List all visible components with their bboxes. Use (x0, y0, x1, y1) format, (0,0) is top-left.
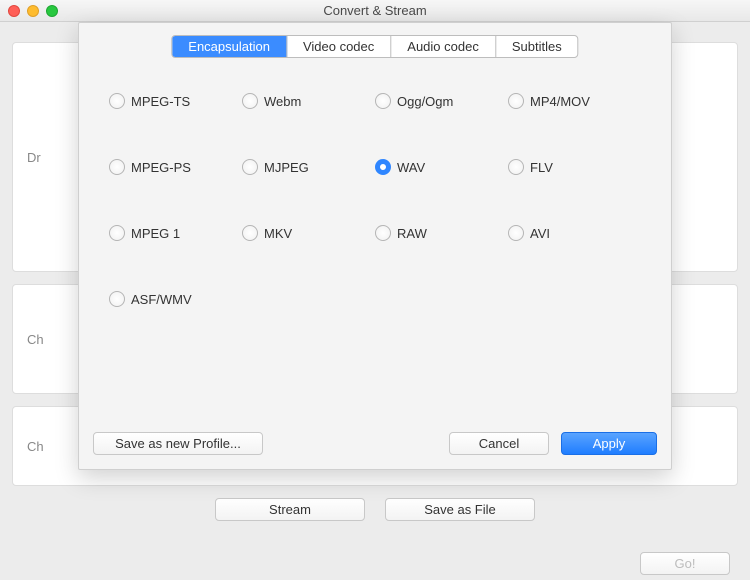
save-as-new-profile-button[interactable]: Save as new Profile... (93, 432, 263, 455)
go-button[interactable]: Go! (640, 552, 730, 575)
radio-dot-icon (375, 225, 391, 241)
tab-encapsulation[interactable]: Encapsulation (172, 36, 287, 57)
radio-dot-icon (508, 93, 524, 109)
zoom-icon[interactable] (46, 5, 58, 17)
window-title: Convert & Stream (323, 3, 426, 18)
close-icon[interactable] (8, 5, 20, 17)
radio-label: MJPEG (264, 160, 309, 175)
save-as-file-button[interactable]: Save as File (385, 498, 535, 521)
radio-label: MPEG 1 (131, 226, 180, 241)
radio-dot-icon (109, 159, 125, 175)
radio-dot-icon (508, 225, 524, 241)
radio-label: Ogg/Ogm (397, 94, 453, 109)
radio-mpeg-ps[interactable]: MPEG-PS (109, 159, 242, 175)
radio-mkv[interactable]: MKV (242, 225, 375, 241)
radio-mpeg-1[interactable]: MPEG 1 (109, 225, 242, 241)
titlebar: Convert & Stream (0, 0, 750, 22)
radio-label: FLV (530, 160, 553, 175)
radio-dot-icon (109, 291, 125, 307)
radio-flv[interactable]: FLV (508, 159, 641, 175)
radio-avi[interactable]: AVI (508, 225, 641, 241)
radio-dot-icon (375, 93, 391, 109)
window-controls (8, 5, 58, 17)
tab-audio-codec[interactable]: Audio codec (391, 36, 496, 57)
radio-label: MKV (264, 226, 292, 241)
stream-button[interactable]: Stream (215, 498, 365, 521)
radio-label: MPEG-TS (131, 94, 190, 109)
radio-mjpeg[interactable]: MJPEG (242, 159, 375, 175)
minimize-icon[interactable] (27, 5, 39, 17)
tab-subtitles[interactable]: Subtitles (496, 36, 578, 57)
radio-label: Webm (264, 94, 301, 109)
radio-dot-icon (109, 93, 125, 109)
radio-wav[interactable]: WAV (375, 159, 508, 175)
bg-dest-buttons: Stream Save as File (0, 498, 750, 521)
tab-bar: EncapsulationVideo codecAudio codecSubti… (171, 35, 578, 58)
radio-webm[interactable]: Webm (242, 93, 375, 109)
radio-mpeg-ts[interactable]: MPEG-TS (109, 93, 242, 109)
bg-panel-drop-label: Dr (27, 150, 41, 165)
radio-dot-icon (109, 225, 125, 241)
radio-label: ASF/WMV (131, 292, 192, 307)
encapsulation-radio-grid: MPEG-TS Webm Ogg/Ogm MP4/MOV MPEG-PS MJPEG WAV… (109, 93, 641, 307)
radio-dot-icon (508, 159, 524, 175)
profile-edit-sheet: EncapsulationVideo codecAudio codecSubti… (78, 22, 672, 470)
radio-dot-icon (375, 159, 391, 175)
radio-dot-icon (242, 159, 258, 175)
radio-label: WAV (397, 160, 425, 175)
bg-panel-label: Ch (27, 332, 44, 347)
tab-video-codec[interactable]: Video codec (287, 36, 391, 57)
radio-mp4-mov[interactable]: MP4/MOV (508, 93, 641, 109)
bg-panel-label: Ch (27, 439, 44, 454)
cancel-button[interactable]: Cancel (449, 432, 549, 455)
apply-button[interactable]: Apply (561, 432, 657, 455)
radio-label: MPEG-PS (131, 160, 191, 175)
radio-asf-wmv[interactable]: ASF/WMV (109, 291, 242, 307)
radio-label: RAW (397, 226, 427, 241)
radio-raw[interactable]: RAW (375, 225, 508, 241)
radio-ogg-ogm[interactable]: Ogg/Ogm (375, 93, 508, 109)
sheet-button-row: Save as new Profile... Cancel Apply (93, 432, 657, 455)
radio-label: MP4/MOV (530, 94, 590, 109)
radio-label: AVI (530, 226, 550, 241)
radio-dot-icon (242, 225, 258, 241)
radio-dot-icon (242, 93, 258, 109)
